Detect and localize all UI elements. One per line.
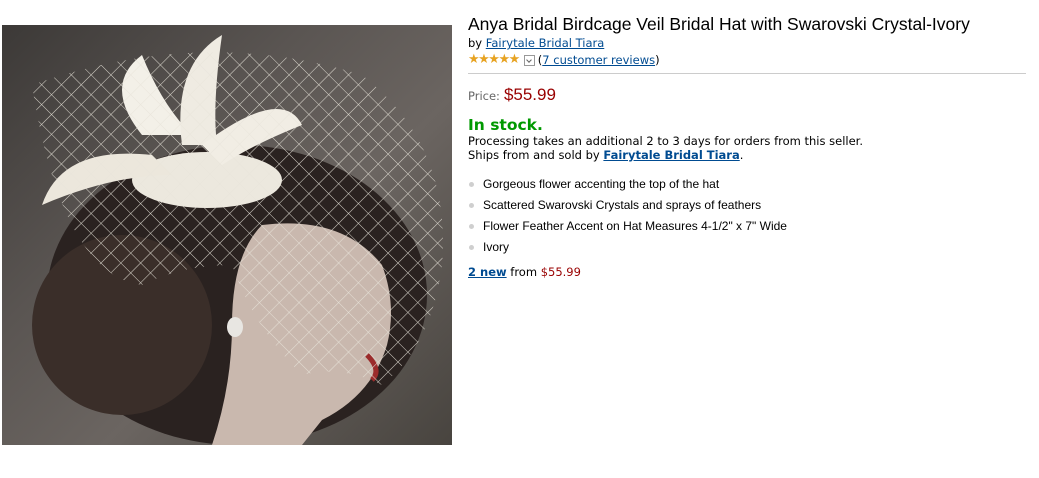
processing-note: Processing takes an additional 2 to 3 da… [468, 134, 863, 148]
ships-prefix: Ships from and sold by [468, 148, 600, 162]
offers-from: from [510, 265, 538, 279]
offers-row: 2 new from $55.99 [468, 265, 1028, 279]
brand-link[interactable]: Fairytale Bridal Tiara [486, 36, 605, 50]
veil-hat-photo [32, 35, 443, 445]
product-image[interactable] [2, 25, 452, 445]
feature-bullet: Gorgeous flower accenting the top of the… [468, 174, 1028, 195]
price-value: $55.99 [503, 85, 556, 104]
seller-info: Ships from and sold by Fairytale Bridal … [468, 148, 1028, 162]
reviews-close: ) [655, 53, 660, 67]
chevron-down-icon[interactable] [523, 54, 535, 66]
product-title: Anya Bridal Birdcage Veil Bridal Hat wit… [468, 14, 970, 34]
star-rating-icon[interactable]: ★★★★★ [468, 53, 520, 67]
price-label: Price: [468, 89, 500, 103]
feature-bullets: Gorgeous flower accenting the top of the… [468, 174, 1028, 258]
customer-reviews-link[interactable]: 7 customer reviews [542, 53, 655, 67]
product-details: Anya Bridal Birdcage Veil Bridal Hat wit… [468, 12, 1028, 279]
feature-bullet: Scattered Swarovski Crystals and sprays … [468, 195, 1028, 216]
ships-suffix: . [739, 148, 744, 162]
availability-status: In stock. [468, 116, 543, 134]
byline: by Fairytale Bridal Tiara [468, 36, 1028, 51]
price-row: Price: $55.99 [468, 85, 1028, 105]
rating-row: ★★★★★ (7 customer reviews) [468, 52, 1028, 68]
by-prefix: by [468, 36, 483, 50]
offers-price: $55.99 [540, 265, 581, 279]
seller-link[interactable]: Fairytale Bridal Tiara [603, 148, 739, 162]
feature-bullet: Flower Feather Accent on Hat Measures 4-… [468, 216, 1028, 237]
new-offers-link[interactable]: 2 new [468, 265, 507, 279]
divider [468, 73, 1026, 74]
feature-bullet: Ivory [468, 237, 1028, 258]
